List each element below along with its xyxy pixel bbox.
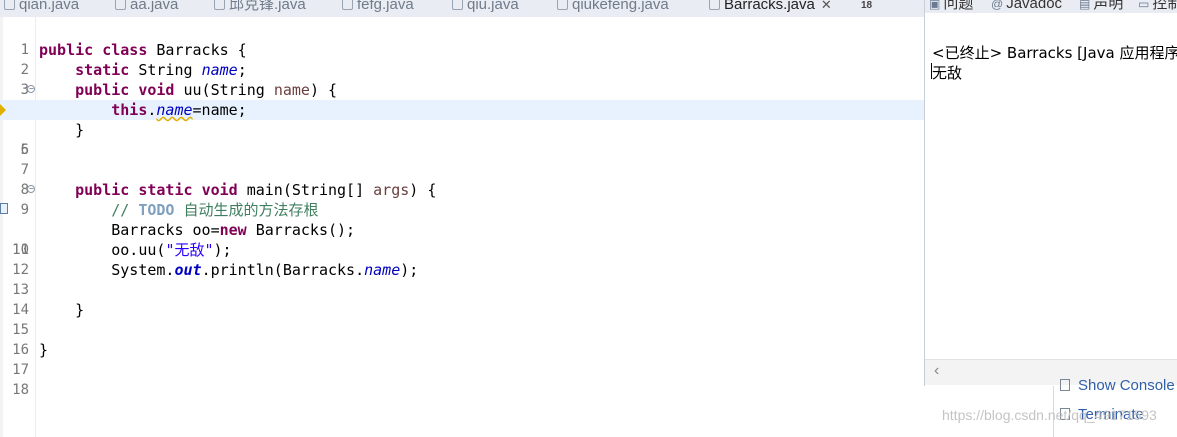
code-line-10: 10 // TODO 自动生成的方法存根	[0, 200, 924, 258]
code-text: // TODO 自动生成的方法存根	[111, 201, 319, 219]
java-file-icon	[557, 0, 568, 10]
code-text: }	[39, 341, 49, 359]
tab-qian-java[interactable]: qian.java	[4, 0, 79, 15]
tab-qiukefeng-java[interactable]: qiukefeng.java	[557, 0, 669, 15]
code-line-18: 18	[0, 360, 924, 398]
tab-label: Barracks.java	[724, 0, 815, 13]
code-editor[interactable]: 1 2 public class Barracks { 3 static Str…	[0, 17, 924, 437]
console-output[interactable]: 无敌	[932, 62, 962, 83]
line-number: 18	[12, 382, 29, 398]
tab-label: qiu.java	[467, 0, 519, 13]
fold-toggle-icon[interactable]	[27, 185, 35, 193]
tab-label: fefg.java	[357, 0, 414, 13]
fold-toggle-icon[interactable]	[27, 85, 35, 93]
tab-declaration[interactable]: ▤ 声明	[1079, 0, 1123, 13]
code-text: oo.uu("无敌");	[111, 241, 232, 259]
code-line-1: 1	[0, 20, 924, 58]
code-text: }	[75, 121, 85, 139]
javadoc-icon: @	[991, 0, 1004, 11]
console-title: <已终止> Barracks [Java 应用程序] C	[932, 44, 1177, 62]
code-text: System.out.println(Barracks.name);	[111, 261, 419, 279]
scroll-left-icon[interactable]: ‹	[934, 362, 939, 380]
console-tab-bar: ▣ 问题 @ Javadoc ▤ 声明 ▭ 控制	[925, 0, 1177, 13]
editor-tab-bar: qian.java aa.java 邱克锋.java fefg.java qiu…	[0, 0, 924, 17]
code-line-7: 7	[0, 140, 924, 178]
code-text: public static void main(String[] args) {	[75, 181, 437, 199]
code-line-8: 8	[0, 160, 924, 198]
code-line-13: 13 System.out.println(Barracks.name);	[0, 260, 924, 298]
show-console-label: Show Console	[1078, 377, 1175, 394]
console-view: ▣ 问题 @ Javadoc ▤ 声明 ▭ 控制 <已终止> Barracks [Jav…	[924, 0, 1177, 386]
code-line-16: 16	[0, 320, 924, 358]
code-line-9: 9 public static void main(String[] args)…	[0, 180, 924, 218]
tab-label: qiukefeng.java	[572, 0, 669, 13]
close-icon[interactable]: ✕	[821, 0, 832, 12]
code-line-5-current: 5 this.name=name;	[0, 100, 924, 158]
java-file-icon	[452, 0, 463, 10]
show-console-item[interactable]: Show Console	[1060, 377, 1175, 394]
tab-qiukefeng-cn-java[interactable]: 邱克锋.java	[214, 0, 306, 15]
console-icon: ▭	[1138, 0, 1150, 11]
java-file-icon	[4, 0, 15, 10]
tab-javadoc[interactable]: @ Javadoc	[991, 0, 1062, 13]
java-file-icon	[214, 0, 225, 10]
code-line-3: 3 static String name;	[0, 60, 924, 98]
declaration-icon: ▤	[1079, 0, 1091, 11]
warning-marker-icon[interactable]	[0, 104, 6, 116]
tab-console[interactable]: ▭ 控制	[1138, 0, 1177, 13]
task-marker-icon[interactable]	[0, 203, 8, 214]
code-line-12: 12 oo.uu("无敌");	[0, 240, 924, 278]
problems-icon: ▣	[929, 0, 941, 11]
code-text: this.name=name;	[111, 101, 247, 119]
java-file-icon	[709, 0, 720, 10]
tab-problems[interactable]: ▣ 问题	[929, 0, 973, 13]
tab-barracks-java[interactable]: Barracks.java ✕	[709, 0, 832, 15]
code-line-17: 17 }	[0, 340, 924, 378]
code-text: static String name;	[75, 61, 247, 79]
tab-label: qian.java	[19, 0, 80, 13]
tab-qiu-java[interactable]: qiu.java	[452, 0, 519, 15]
tab-label: 控制	[1152, 0, 1177, 12]
code-line-2: 2 public class Barracks {	[0, 40, 924, 78]
watermark: https://blog.csdn.net/qq_49171593	[942, 407, 1157, 423]
tab-label: 声明	[1093, 0, 1124, 12]
java-file-icon	[342, 0, 353, 10]
code-line-15: 15 }	[0, 300, 924, 338]
code-line-11: 11 Barracks oo=new Barracks();	[0, 220, 924, 258]
code-text: public void uu(String name) {	[75, 81, 338, 99]
code-line-6: 6 }	[0, 120, 924, 158]
tab-aa-java[interactable]: aa.java	[115, 0, 178, 15]
code-text: Barracks oo=new Barracks();	[111, 221, 356, 239]
tab-label: 邱克锋.java	[229, 0, 306, 13]
tab-fefg-java[interactable]: fefg.java	[342, 0, 414, 15]
tab-label: aa.java	[130, 0, 179, 13]
tab-label: 问题	[943, 0, 974, 12]
code-text: }	[75, 301, 85, 319]
code-text: public class Barracks {	[39, 41, 247, 59]
tab-overflow-count[interactable]: 18	[861, 0, 872, 16]
code-line-4: 4 public void uu(String name) {	[0, 80, 924, 118]
console-icon	[1060, 379, 1070, 391]
java-file-icon	[115, 0, 126, 10]
code-line-14: 14	[0, 280, 924, 318]
tab-label: Javadoc	[1006, 0, 1063, 12]
